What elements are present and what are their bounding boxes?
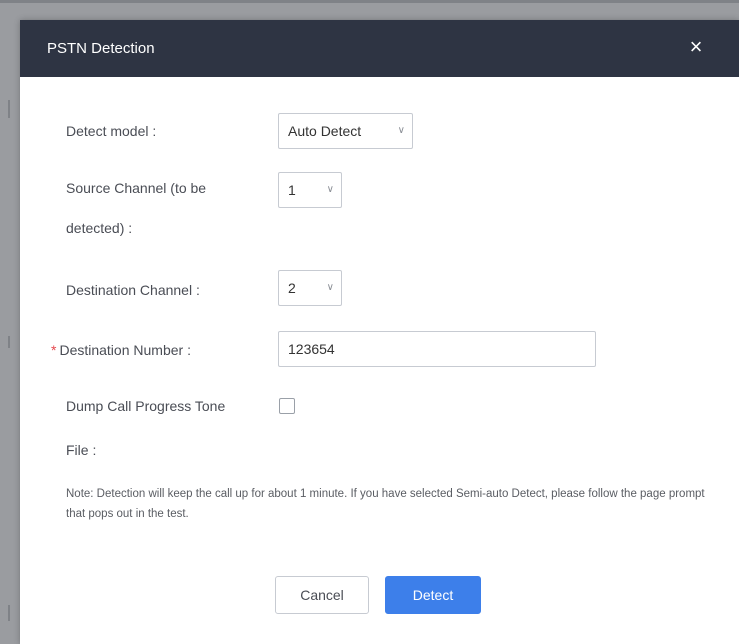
destination-number-input[interactable] [278,331,596,367]
detect-model-select[interactable]: Auto Detect ∨ [278,113,413,149]
source-channel-label-line2: detected) : [66,220,133,236]
required-marker: * [51,342,57,358]
source-channel-label-line1: Source Channel (to be [66,180,207,196]
detect-model-value: Auto Detect [288,123,362,139]
destination-channel-select[interactable]: 2 ∨ [278,270,342,306]
chevron-down-icon: ∨ [397,125,405,136]
dialog-titlebar: PSTN Detection × [20,20,739,77]
dump-call-progress-checkbox[interactable] [279,398,295,414]
destination-number-label: * Destination Number : [51,340,191,360]
source-channel-select[interactable]: 1 ∨ [278,172,342,208]
detection-note: Note: Detection will keep the call up fo… [66,488,705,520]
backdrop-divider [8,605,10,621]
backdrop-divider [8,336,10,348]
source-channel-value: 1 [288,182,296,198]
close-icon[interactable]: × [683,34,709,60]
destination-channel-value: 2 [288,280,296,296]
destination-number-label-text: Destination Number : [59,342,191,358]
chevron-down-icon: ∨ [326,282,334,293]
detect-model-label: Detect model : [66,123,157,139]
destination-channel-label: Destination Channel : [66,282,200,298]
cancel-button[interactable]: Cancel [275,576,369,614]
detect-button[interactable]: Detect [385,576,481,614]
backdrop-divider [0,0,739,3]
dump-call-progress-label-line1: Dump Call Progress Tone [66,398,226,414]
dump-call-progress-label-line2: File : [66,442,97,458]
pstn-detection-dialog: PSTN Detection × Detect model : Auto Det… [20,20,739,644]
dialog-title: PSTN Detection [47,40,155,57]
chevron-down-icon: ∨ [326,184,334,195]
backdrop-divider [8,100,10,118]
